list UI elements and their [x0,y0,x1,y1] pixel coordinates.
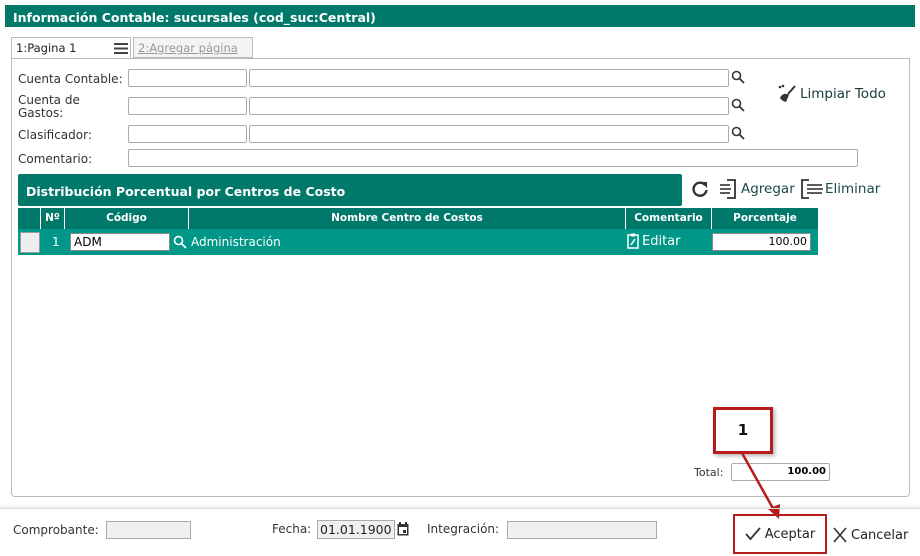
search-icon[interactable] [731,126,745,140]
accept-label: Aceptar [764,526,816,542]
tab-agregar-pagina[interactable]: 2:Agregar página [133,37,253,58]
calendar-icon[interactable] [397,522,409,536]
total-label: Total: [694,466,724,479]
integracion-label: Integración: [427,522,500,536]
refresh-icon[interactable] [691,180,709,198]
broom-icon [778,84,796,102]
cuenta-contable-code-input[interactable] [128,69,247,87]
add-row-icon [720,179,736,199]
window-title: Información Contable: sucursales (cod_su… [5,5,915,27]
edit-comment-button[interactable]: Editar [627,233,681,249]
comentario-label: Comentario: [18,152,93,166]
close-icon [833,527,847,543]
comprobante-input[interactable] [106,521,191,539]
integracion-input[interactable] [507,521,657,539]
search-icon[interactable] [731,70,745,84]
tab-pagina-1[interactable]: 1:Pagina 1 [11,37,131,59]
cuenta-gastos-code-input[interactable] [128,97,247,115]
column-header: Código [65,208,189,229]
clear-all-label: Limpiar Todo [800,86,886,102]
table-row: 1 ADM Administración Editar 100.00 [18,229,818,255]
remove-button[interactable]: Eliminar [800,179,880,199]
fecha-label: Fecha: [272,522,312,536]
accept-button[interactable]: Aceptar [733,514,827,554]
clear-all-button[interactable]: Limpiar Todo [777,83,886,105]
clasificador-name-input[interactable] [249,125,729,143]
menu-icon[interactable] [114,43,128,54]
clasificador-code-input[interactable] [128,125,247,143]
cancel-button[interactable]: Cancelar [833,527,908,543]
cuenta-contable-name-input[interactable] [249,69,729,87]
row-select-checkbox[interactable] [20,232,40,253]
table-header: Nº Código Nombre Centro de Costos Coment… [18,208,818,229]
comprobante-label: Comprobante: [13,523,99,537]
form-panel [11,58,910,497]
centro-costo-name: Administración [191,235,281,249]
select-column-header [18,208,41,229]
edit-label: Editar [642,233,681,249]
checkmark-icon [745,527,761,541]
column-header: Comentario [626,208,712,229]
codigo-input[interactable]: ADM [70,233,170,251]
tab-label: 1:Pagina 1 [16,41,77,55]
cuenta-gastos-name-input[interactable] [249,97,729,115]
clipboard-edit-icon [627,233,639,249]
column-header: Porcentaje [733,212,797,224]
fecha-input[interactable]: 01.01.1900 [317,520,395,539]
comentario-input[interactable] [128,149,858,167]
porcentaje-input[interactable]: 100.00 [712,233,811,251]
column-header: Nº [41,208,65,229]
add-label: Agregar [741,181,795,197]
column-header: Nombre Centro de Costos [189,208,626,229]
cuenta-gastos-label: Cuenta de Gastos: [18,93,80,120]
row-number: 1 [52,235,60,249]
remove-row-icon [801,179,823,199]
add-button[interactable]: Agregar [719,179,795,199]
clasificador-label: Clasificador: [18,128,92,142]
annotation-callout: 1 [713,407,773,454]
distribution-title: Distribución Porcentual por Centros de C… [18,174,682,206]
search-icon[interactable] [173,235,187,249]
cancel-label: Cancelar [851,527,909,543]
search-icon[interactable] [731,98,745,112]
remove-label: Eliminar [825,181,881,197]
cuenta-contable-label: Cuenta Contable: [18,72,123,86]
